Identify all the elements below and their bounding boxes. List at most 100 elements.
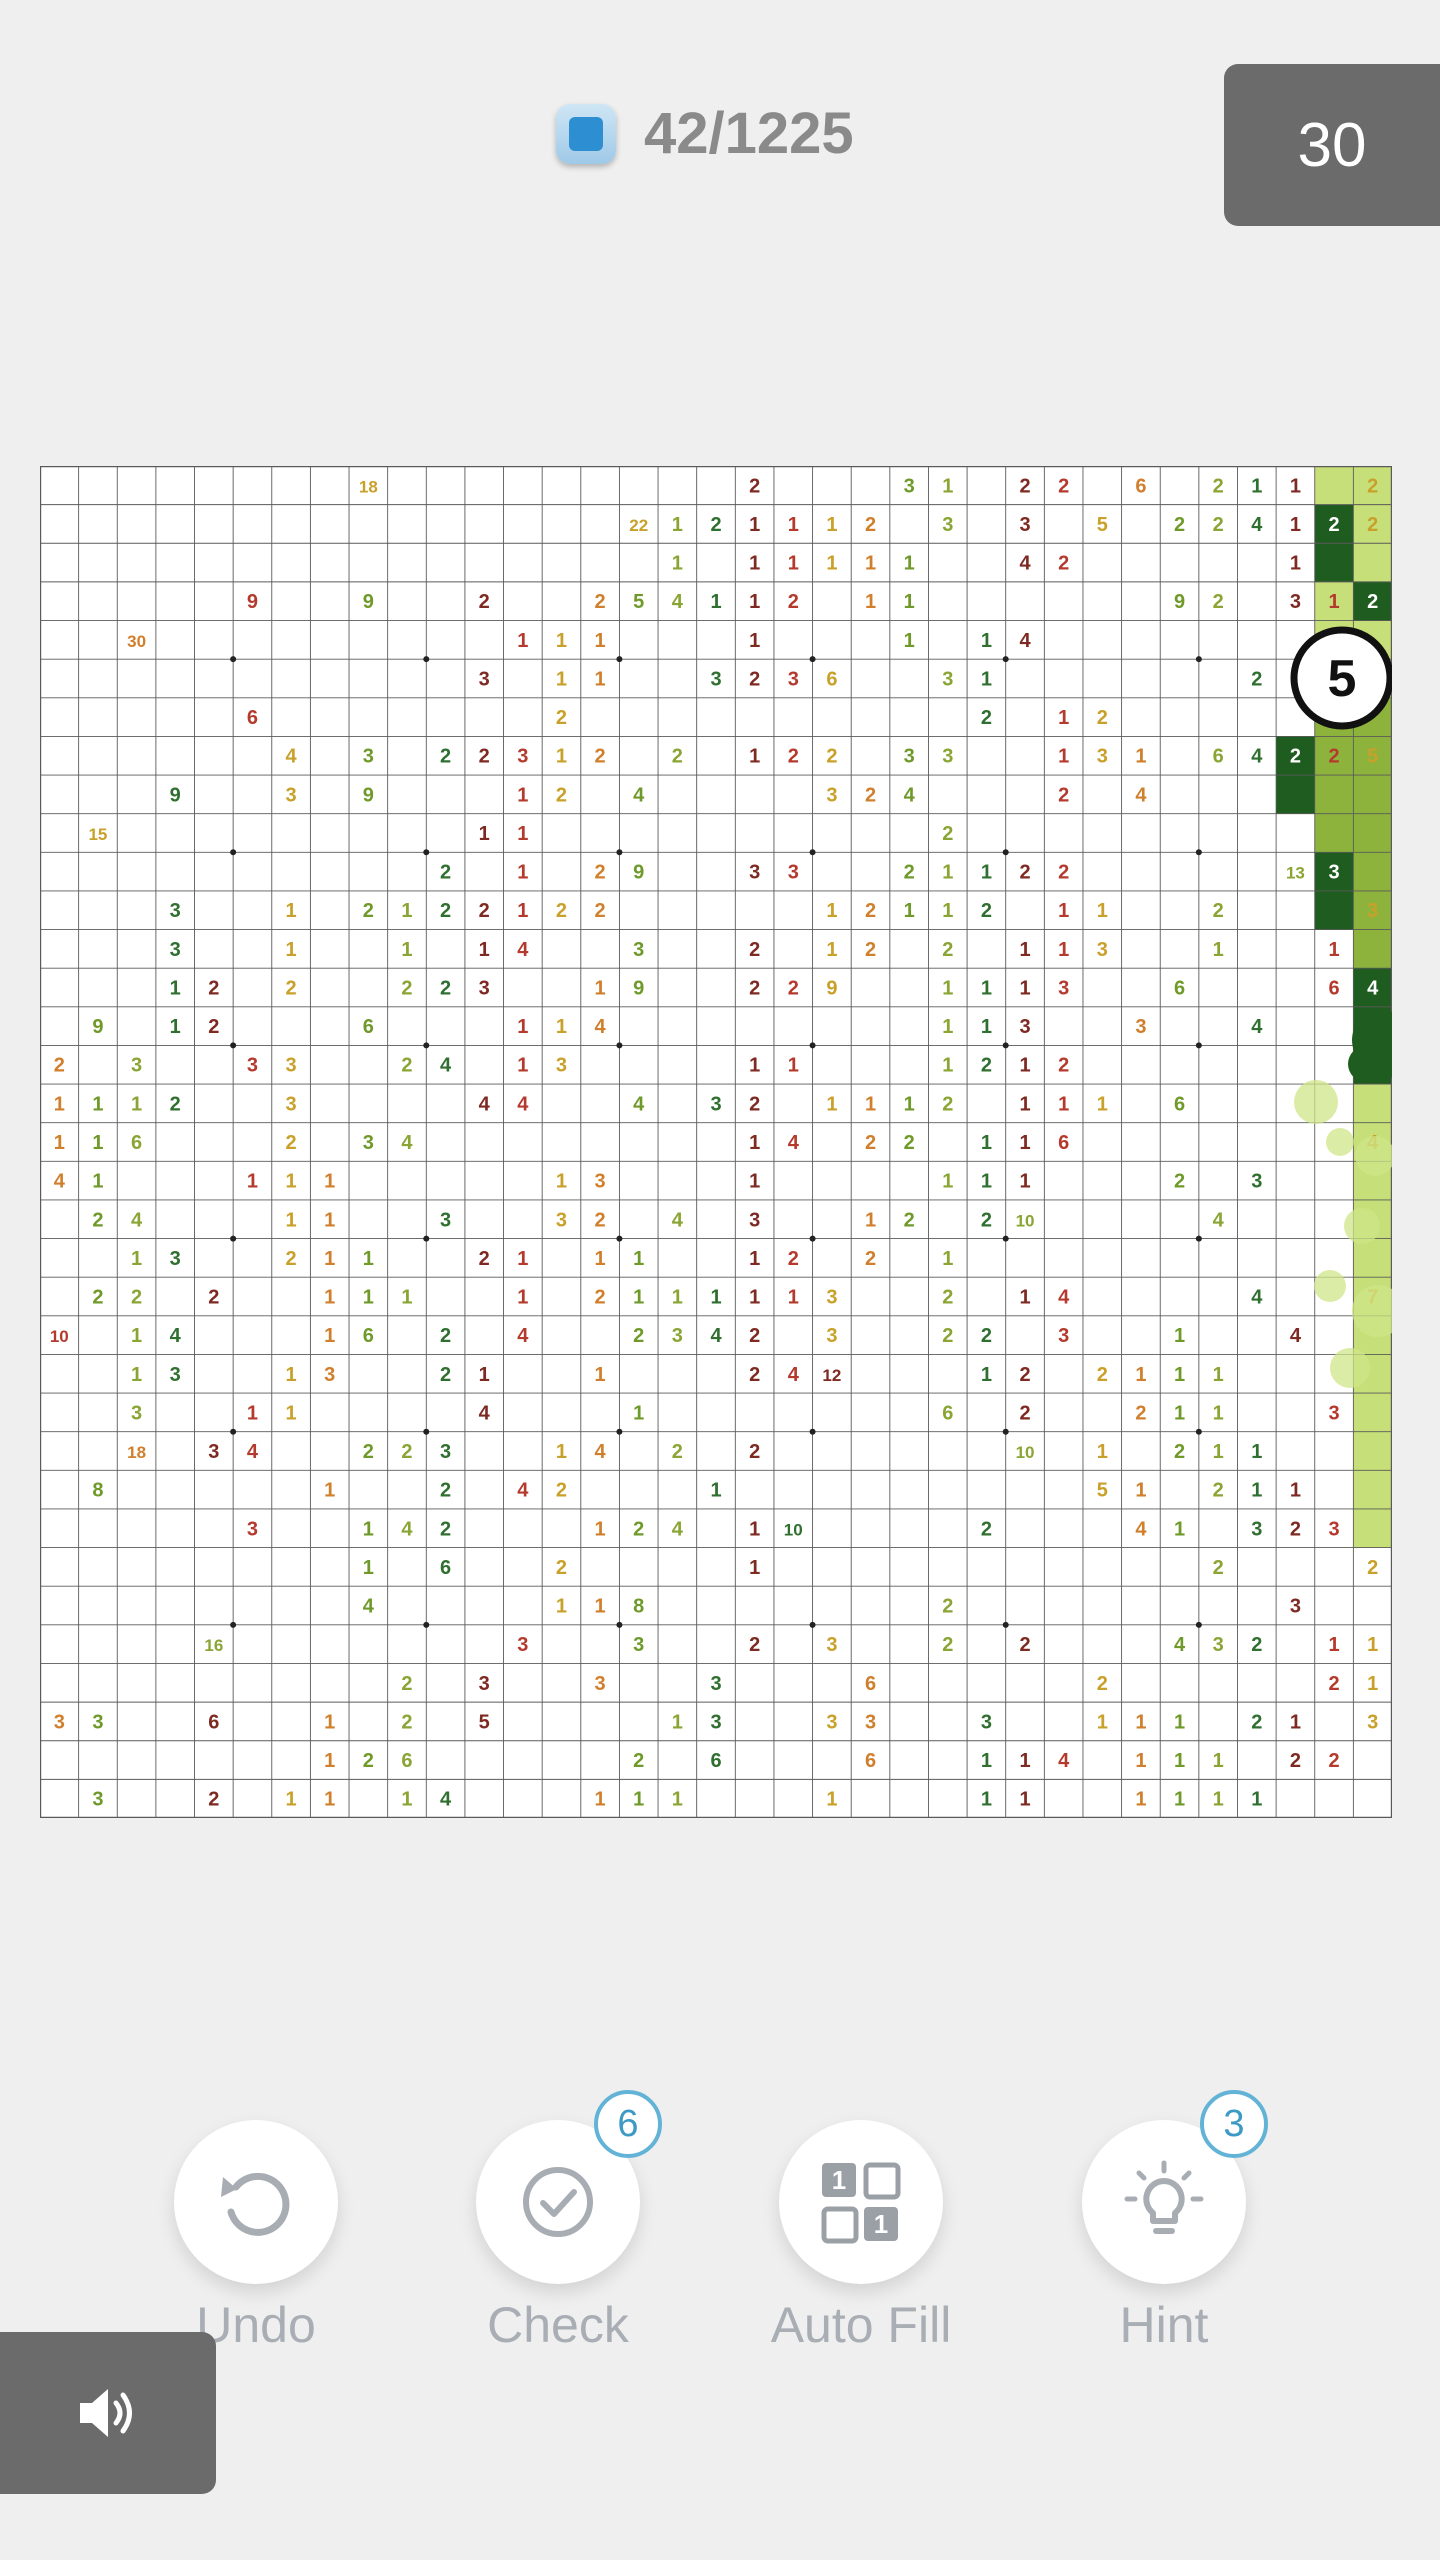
cell-clue-number[interactable]: 5 [1367, 746, 1378, 768]
cell-clue-number[interactable]: 6 [363, 1325, 374, 1347]
cell-clue-number[interactable]: 1 [904, 630, 915, 652]
cell-clue-number[interactable]: 2 [170, 1093, 181, 1115]
cell-clue-number[interactable]: 2 [942, 1287, 953, 1309]
filled-cell[interactable] [1353, 775, 1392, 814]
cell-clue-number[interactable]: 6 [440, 1557, 451, 1579]
cell-clue-number[interactable]: 1 [981, 1364, 992, 1386]
cell-clue-number[interactable]: 2 [1213, 1557, 1224, 1579]
cell-clue-number[interactable]: 2 [1058, 862, 1069, 884]
cell-clue-number[interactable]: 22 [629, 516, 648, 535]
cell-clue-number[interactable]: 1 [1174, 1789, 1185, 1811]
cell-clue-number[interactable]: 4 [1019, 630, 1031, 652]
cell-clue-number[interactable]: 3 [865, 1711, 876, 1733]
cell-clue-number[interactable]: 4 [517, 939, 529, 961]
cell-clue-number[interactable]: 1 [788, 1055, 799, 1077]
cell-clue-number[interactable]: 1 [595, 1364, 606, 1386]
cell-clue-number[interactable]: 2 [440, 1480, 451, 1502]
cell-clue-number[interactable]: 6 [208, 1711, 219, 1733]
cell-clue-number[interactable]: 1 [556, 630, 567, 652]
cell-clue-number[interactable]: 1 [942, 900, 953, 922]
cell-clue-number[interactable]: 4 [595, 1441, 607, 1463]
cell-clue-number[interactable]: 1 [363, 1518, 374, 1540]
cell-clue-number[interactable]: 2 [1251, 1634, 1262, 1656]
cell-clue-number[interactable]: 2 [556, 707, 567, 729]
cell-clue-number[interactable]: 1 [749, 1248, 760, 1270]
cell-clue-number[interactable]: 3 [54, 1711, 65, 1733]
cell-clue-number[interactable]: 4 [1251, 514, 1263, 536]
cell-clue-number[interactable]: 4 [401, 1132, 413, 1154]
cell-clue-number[interactable]: 4 [1058, 1750, 1070, 1772]
cell-clue-number[interactable]: 4 [401, 1518, 413, 1540]
cell-clue-number[interactable]: 2 [440, 900, 451, 922]
autofill-tool[interactable]: 1 1 Auto Fill [736, 2120, 986, 2354]
filled-cell[interactable] [1353, 813, 1392, 853]
cell-clue-number[interactable]: 9 [363, 591, 374, 613]
cell-clue-number[interactable]: 2 [749, 1364, 760, 1386]
cell-clue-number[interactable]: 1 [1058, 746, 1069, 768]
cell-clue-number[interactable]: 18 [127, 1443, 146, 1462]
cell-clue-number[interactable]: 1 [749, 514, 760, 536]
cell-clue-number[interactable]: 1 [1135, 1364, 1146, 1386]
cell-clue-number[interactable]: 2 [440, 746, 451, 768]
cell-clue-number[interactable]: 9 [1174, 591, 1185, 613]
selected-number-marker[interactable]: 5 [1290, 626, 1394, 730]
cell-clue-number[interactable]: 3 [1058, 977, 1069, 999]
cell-clue-number[interactable]: 1 [1019, 977, 1030, 999]
cell-clue-number[interactable]: 2 [749, 475, 760, 497]
cell-clue-number[interactable]: 1 [1019, 1750, 1030, 1772]
cell-clue-number[interactable]: 2 [1097, 1673, 1108, 1695]
cell-clue-number[interactable]: 1 [981, 1132, 992, 1154]
cell-clue-number[interactable]: 2 [479, 1248, 490, 1270]
cell-clue-number[interactable]: 1 [363, 1557, 374, 1579]
cell-clue-number[interactable]: 1 [904, 1093, 915, 1115]
cell-clue-number[interactable]: 2 [401, 977, 412, 999]
cell-clue-number[interactable]: 1 [247, 1171, 258, 1193]
cell-clue-number[interactable]: 3 [170, 1248, 181, 1270]
cell-clue-number[interactable]: 2 [865, 784, 876, 806]
cell-clue-number[interactable]: 3 [749, 862, 760, 884]
hint-tool[interactable]: 3 Hint [1039, 2090, 1289, 2354]
cell-clue-number[interactable]: 3 [710, 1673, 721, 1695]
cell-clue-number[interactable]: 12 [822, 1366, 841, 1385]
cell-clue-number[interactable]: 2 [401, 1711, 412, 1733]
cell-clue-number[interactable]: 1 [865, 553, 876, 575]
cell-clue-number[interactable]: 1 [595, 1248, 606, 1270]
cell-clue-number[interactable]: 6 [865, 1750, 876, 1772]
cell-clue-number[interactable]: 1 [942, 862, 953, 884]
filled-cell[interactable] [1353, 1508, 1392, 1548]
cell-clue-number[interactable]: 1 [826, 514, 837, 536]
cell-clue-number[interactable]: 1 [1174, 1711, 1185, 1733]
cell-clue-number[interactable]: 1 [1213, 1402, 1224, 1424]
cell-clue-number[interactable]: 2 [479, 900, 490, 922]
cell-clue-number[interactable]: 1 [1290, 553, 1301, 575]
cell-clue-number[interactable]: 1 [1058, 900, 1069, 922]
cell-clue-number[interactable]: 1 [324, 1325, 335, 1347]
cell-clue-number[interactable]: 4 [170, 1325, 182, 1347]
cell-clue-number[interactable]: 2 [92, 1287, 103, 1309]
cell-clue-number[interactable]: 1 [826, 1789, 837, 1811]
cell-clue-number[interactable]: 3 [1367, 1711, 1378, 1733]
cell-clue-number[interactable]: 1 [672, 1711, 683, 1733]
cell-clue-number[interactable]: 2 [286, 1132, 297, 1154]
cell-clue-number[interactable]: 4 [479, 1402, 491, 1424]
cell-clue-number[interactable]: 1 [1058, 939, 1069, 961]
cell-clue-number[interactable]: 2 [1019, 475, 1030, 497]
cell-clue-number[interactable]: 2 [1174, 514, 1185, 536]
cell-clue-number[interactable]: 15 [88, 825, 107, 844]
cell-clue-number[interactable]: 1 [749, 1171, 760, 1193]
cell-clue-number[interactable]: 4 [440, 1789, 452, 1811]
cell-clue-number[interactable]: 1 [1290, 1480, 1301, 1502]
cell-clue-number[interactable]: 3 [1251, 1518, 1262, 1540]
cell-clue-number[interactable]: 1 [672, 1287, 683, 1309]
cell-clue-number[interactable]: 2 [1019, 862, 1030, 884]
cell-clue-number[interactable]: 2 [1135, 1402, 1146, 1424]
cell-clue-number[interactable]: 1 [633, 1287, 644, 1309]
cell-clue-number[interactable]: 3 [788, 862, 799, 884]
cell-clue-number[interactable]: 3 [710, 1093, 721, 1115]
cell-clue-number[interactable]: 1 [788, 553, 799, 575]
cell-clue-number[interactable]: 1 [826, 900, 837, 922]
cell-clue-number[interactable]: 2 [749, 977, 760, 999]
cell-clue-number[interactable]: 1 [324, 1711, 335, 1733]
cell-clue-number[interactable]: 1 [1097, 1711, 1108, 1733]
cell-clue-number[interactable]: 3 [247, 1518, 258, 1540]
